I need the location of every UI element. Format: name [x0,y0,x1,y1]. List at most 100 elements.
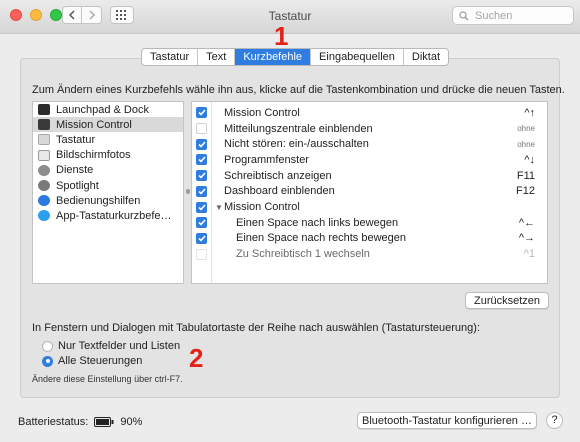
shortcut-list: Mission Control ^↑ Mitteilungszentrale ein… [191,101,548,284]
shortcut-label: Einen Space nach rechts bewegen [236,232,407,245]
checkmark-icon [197,141,206,148]
screenshot-icon [38,149,50,161]
shortcut-row[interactable]: Programmfenster ^↓ [192,152,547,168]
radio-text-fields-only[interactable]: Nur Textfelder und Listen [42,340,180,352]
shortcut-key[interactable]: F11 [517,170,535,182]
shortcut-key[interactable]: ohne [517,124,535,133]
help-button[interactable]: ? [546,412,563,429]
title-bar: Tastatur [0,0,580,34]
shortcut-checkbox[interactable] [196,201,207,213]
shortcut-row[interactable]: Einen Space nach links bewegen ^← [192,215,547,231]
radio-button[interactable] [42,355,53,367]
shortcut-key[interactable]: ^↑ [524,107,535,119]
shortcut-key[interactable]: ^1 [524,248,535,260]
shortcut-checkbox[interactable] [196,154,207,166]
shortcut-row[interactable]: ▼ Mission Control [192,199,547,215]
category-label: App-Tastaturkurzbefe… [56,209,172,222]
shortcut-row[interactable]: Schreibtisch anzeigen F11 [192,168,547,184]
accessibility-icon [38,195,50,207]
category-item[interactable]: Spotlight [33,178,183,193]
checkmark-icon [197,235,206,242]
tab-tastatur[interactable]: Tastatur [142,49,199,65]
shortcut-key[interactable]: ohne [517,140,535,149]
shortcut-row[interactable]: Dashboard einblenden F12 [192,184,547,200]
shortcut-checkbox[interactable] [196,232,207,244]
search-input[interactable] [473,8,567,23]
bluetooth-keyboard-button[interactable]: Bluetooth-Tastatur konfigurieren … [357,412,537,429]
category-label: Spotlight [56,179,99,192]
tab-bar: Tastatur Text Kurzbefehle Eingabequellen Dik… [141,48,450,66]
category-item[interactable]: Mission Control [33,117,183,133]
radio-label: Alle Steuerungen [58,355,143,367]
category-item[interactable]: Dienste [33,163,183,178]
shortcut-label: Einen Space nach links bewegen [236,216,399,229]
tab-navigation-label: In Fenstern und Dialogen mit Tabulatorta… [32,322,481,334]
shortcut-label: Mitteilungszentrale einblenden [224,122,373,135]
shortcut-checkbox[interactable] [196,248,207,260]
category-item[interactable]: App-Tastaturkurzbefe… [33,208,183,223]
splitter-handle[interactable] [186,189,190,194]
shortcut-label: Mission Control [224,106,300,119]
shortcut-checkbox[interactable] [196,217,207,229]
category-label: Launchpad & Dock [56,103,149,116]
hint-text: Ändere diese Einstellung über ctrl-F7. [32,374,183,384]
shortcut-label: Schreibtisch anzeigen [224,169,332,182]
shortcut-label: Zu Schreibtisch 1 wechseln [236,248,370,261]
battery-label: Batteriestatus: [18,416,89,428]
annotation-number-2: 2 [189,343,204,373]
category-item[interactable]: Bildschirmfotos [33,148,183,163]
shortcut-checkbox[interactable] [196,107,207,119]
category-list: Launchpad & Dock Mission Control Tastatur B… [32,101,184,284]
checkmark-icon [197,219,206,226]
keyboard-icon [38,134,50,146]
battery-icon [94,417,114,427]
shortcut-row[interactable]: Mission Control ^↑ [192,105,547,121]
search-icon [459,10,469,20]
category-label: Bildschirmfotos [56,149,131,162]
shortcut-row[interactable]: Zu Schreibtisch 1 wechseln ^1 [192,246,547,262]
tab-text[interactable]: Text [198,49,236,65]
shortcut-key[interactable]: ^← [519,217,535,229]
shortcut-key[interactable]: F12 [516,185,535,197]
tab-kurzbefehle[interactable]: Kurzbefehle [235,49,312,65]
radio-label: Nur Textfelder und Listen [58,340,181,352]
category-item[interactable]: Launchpad & Dock [33,102,183,117]
battery-value: 90% [120,416,143,428]
radio-all-controls[interactable]: Alle Steuerungen [42,355,142,367]
category-label: Tastatur [56,133,96,146]
instructions-text: Zum Ändern eines Kurzbefehls wähle ihn a… [32,84,565,96]
shortcut-row[interactable]: Nicht stören: ein-/ausschalten ohne [192,136,547,152]
tab-eingabequellen[interactable]: Eingabequellen [311,49,404,65]
checkmark-icon [197,172,206,179]
disclosure-triangle-icon[interactable]: ▼ [215,203,223,212]
battery-status: Batteriestatus: 90% [18,416,142,428]
shortcut-label: Dashboard einblenden [224,185,335,198]
shortcut-checkbox[interactable] [196,185,207,197]
radio-button[interactable] [42,340,53,352]
shortcut-checkbox[interactable] [196,138,207,150]
reset-button[interactable]: Zurücksetzen [465,292,549,309]
category-label: Mission Control [56,118,132,131]
category-item[interactable]: Bedienungshilfen [33,193,183,208]
shortcut-key[interactable]: ^↓ [524,154,535,166]
gear-icon [38,164,50,176]
category-item[interactable]: Tastatur [33,132,183,147]
app-shortcuts-icon [38,210,50,222]
shortcut-row[interactable]: Einen Space nach rechts bewegen ^→ [192,231,547,247]
launchpad-icon [38,104,50,116]
checkmark-icon [197,109,206,117]
shortcut-label: Nicht stören: ein-/ausschalten [224,138,369,151]
checkmark-icon [197,156,206,164]
shortcut-label: Mission Control [224,201,300,214]
shortcut-label: Programmfenster [224,153,309,166]
tab-diktat[interactable]: Diktat [404,49,448,65]
shortcut-key[interactable]: ^→ [519,232,535,244]
checkmark-icon [197,203,206,211]
shortcut-checkbox[interactable] [196,123,207,135]
search-field[interactable] [452,6,574,25]
shortcut-row[interactable]: Mitteilungszentrale einblenden ohne [192,121,547,137]
category-label: Bedienungshilfen [56,194,141,207]
shortcut-checkbox[interactable] [196,170,207,182]
mission-control-icon [38,119,50,131]
checkmark-icon [197,188,206,195]
